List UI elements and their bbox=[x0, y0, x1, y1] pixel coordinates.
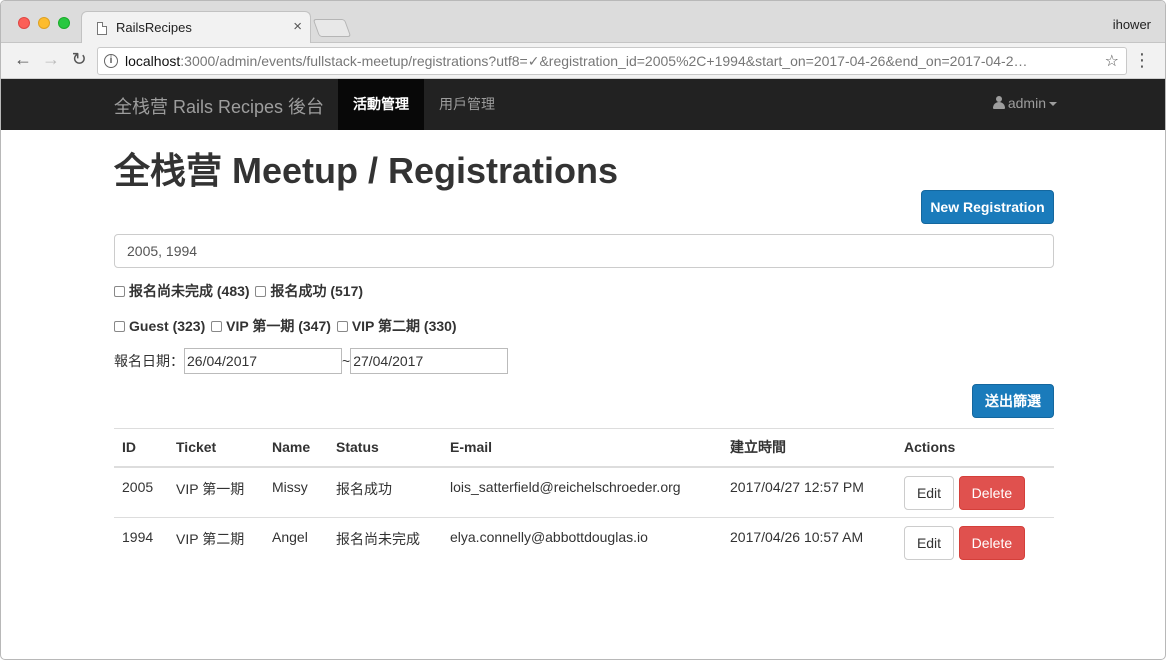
cell-status: 报名尚未完成 bbox=[328, 517, 442, 569]
column-header-ticket: Ticket bbox=[168, 428, 264, 468]
tab-close-icon[interactable]: × bbox=[293, 18, 302, 35]
column-header-created: 建立時間 bbox=[722, 428, 896, 468]
checkbox[interactable] bbox=[255, 286, 267, 297]
status-filter-pending[interactable]: 报名尚未完成 (483) bbox=[114, 283, 250, 299]
cell-id: 1994 bbox=[114, 517, 168, 569]
new-tab-button[interactable] bbox=[312, 19, 352, 37]
user-icon bbox=[992, 96, 1005, 109]
column-header-id: ID bbox=[114, 428, 168, 468]
checkbox[interactable] bbox=[336, 321, 348, 332]
edit-button[interactable]: Edit bbox=[904, 475, 954, 510]
checkbox[interactable] bbox=[211, 321, 223, 332]
table-header-row: ID Ticket Name Status E-mail 建立時間 Action… bbox=[114, 428, 1054, 468]
tab-title: RailsRecipes bbox=[116, 20, 192, 35]
cell-created: 2017/04/26 10:57 AM bbox=[722, 517, 896, 569]
registration-id-input[interactable] bbox=[114, 234, 1054, 268]
cell-actions: Edit Delete bbox=[896, 517, 1054, 569]
column-header-email: E-mail bbox=[442, 428, 722, 468]
ticket-filter-vip2[interactable]: VIP 第二期 (330) bbox=[336, 318, 457, 334]
browser-tab[interactable]: RailsRecipes × bbox=[81, 11, 311, 44]
date-label: 報名日期： bbox=[114, 353, 184, 369]
cell-ticket: VIP 第一期 bbox=[168, 466, 264, 518]
date-range-filter: 報名日期： ~ bbox=[114, 348, 509, 374]
submit-filter-button[interactable]: 送出篩選 bbox=[972, 384, 1054, 418]
info-icon[interactable]: i bbox=[104, 54, 118, 68]
cell-email: elya.connelly@abbottdouglas.io bbox=[442, 517, 722, 569]
cell-id: 2005 bbox=[114, 466, 168, 518]
close-window-button[interactable] bbox=[18, 17, 30, 29]
column-header-actions: Actions bbox=[896, 428, 1054, 468]
edit-button[interactable]: Edit bbox=[904, 526, 954, 560]
status-filters: 报名尚未完成 (483) 报名成功 (517) bbox=[114, 281, 365, 301]
cell-created: 2017/04/27 12:57 PM bbox=[722, 466, 896, 518]
cell-name: Angel bbox=[264, 517, 328, 569]
cell-ticket: VIP 第二期 bbox=[168, 517, 264, 569]
reload-icon[interactable]: ↻ bbox=[69, 49, 89, 70]
end-date-input[interactable] bbox=[350, 348, 509, 374]
checkbox[interactable] bbox=[114, 286, 125, 297]
cell-status: 报名成功 bbox=[328, 466, 442, 518]
cell-actions: Edit Delete bbox=[896, 466, 1054, 518]
address-bar[interactable]: i localhost:3000/admin/events/fullstack-… bbox=[97, 47, 1127, 75]
nav-item-events[interactable]: 活動管理 bbox=[338, 79, 424, 130]
title-bar: RailsRecipes × ihower bbox=[1, 1, 1165, 44]
back-arrow-icon[interactable]: ← bbox=[13, 49, 33, 70]
app-navbar: 全栈营 Rails Recipes 後台 活動管理 用戶管理 admin bbox=[1, 79, 1165, 130]
date-separator: ~ bbox=[342, 353, 351, 369]
registrations-table: ID Ticket Name Status E-mail 建立時間 Action… bbox=[114, 428, 1054, 569]
navbar-brand[interactable]: 全栈营 Rails Recipes 後台 bbox=[114, 93, 324, 119]
new-registration-button[interactable]: New Registration bbox=[921, 190, 1054, 224]
browser-window: RailsRecipes × ihower ← → ↻ i localhost:… bbox=[0, 0, 1166, 660]
browser-menu-icon[interactable]: ⋮ bbox=[1133, 50, 1151, 71]
start-date-input[interactable] bbox=[184, 348, 342, 374]
bookmark-star-icon[interactable]: ☆ bbox=[1105, 51, 1119, 71]
url-host: localhost bbox=[125, 53, 181, 69]
page-title: 全栈营 Meetup / Registrations bbox=[114, 150, 619, 191]
status-filter-confirmed[interactable]: 报名成功 (517) bbox=[255, 283, 363, 299]
minimize-window-button[interactable] bbox=[38, 17, 50, 29]
checkbox[interactable] bbox=[114, 321, 125, 332]
nav-item-users[interactable]: 用戶管理 bbox=[424, 79, 510, 130]
cell-name: Missy bbox=[264, 466, 328, 518]
url-text[interactable]: localhost:3000/admin/events/fullstack-me… bbox=[125, 53, 1095, 70]
url-path: :3000/admin/events/fullstack-meetup/regi… bbox=[180, 53, 1028, 69]
browser-toolbar: ← → ↻ i localhost:3000/admin/events/full… bbox=[1, 43, 1165, 79]
cell-email: lois_satterfield@reichelschroeder.org bbox=[442, 466, 722, 518]
ticket-filter-guest[interactable]: Guest (323) bbox=[114, 318, 205, 334]
delete-button[interactable]: Delete bbox=[958, 526, 1025, 560]
column-header-status: Status bbox=[328, 428, 442, 468]
caret-down-icon bbox=[1049, 102, 1057, 107]
ticket-filters: Guest (323) VIP 第一期 (347) VIP 第二期 (330) bbox=[114, 316, 459, 336]
table-row: 2005 VIP 第一期 Missy 报名成功 lois_satterfield… bbox=[114, 466, 1054, 518]
document-icon bbox=[97, 22, 107, 35]
ticket-filter-vip1[interactable]: VIP 第一期 (347) bbox=[211, 318, 331, 334]
column-header-name: Name bbox=[264, 428, 328, 468]
zoom-window-button[interactable] bbox=[58, 17, 70, 29]
profile-name[interactable]: ihower bbox=[1113, 17, 1151, 32]
delete-button[interactable]: Delete bbox=[958, 475, 1025, 510]
table-row: 1994 VIP 第二期 Angel 报名尚未完成 elya.connelly@… bbox=[114, 517, 1054, 569]
user-dropdown[interactable]: admin bbox=[992, 95, 1057, 111]
forward-arrow-icon[interactable]: → bbox=[41, 49, 61, 70]
user-name: admin bbox=[1007, 95, 1046, 111]
